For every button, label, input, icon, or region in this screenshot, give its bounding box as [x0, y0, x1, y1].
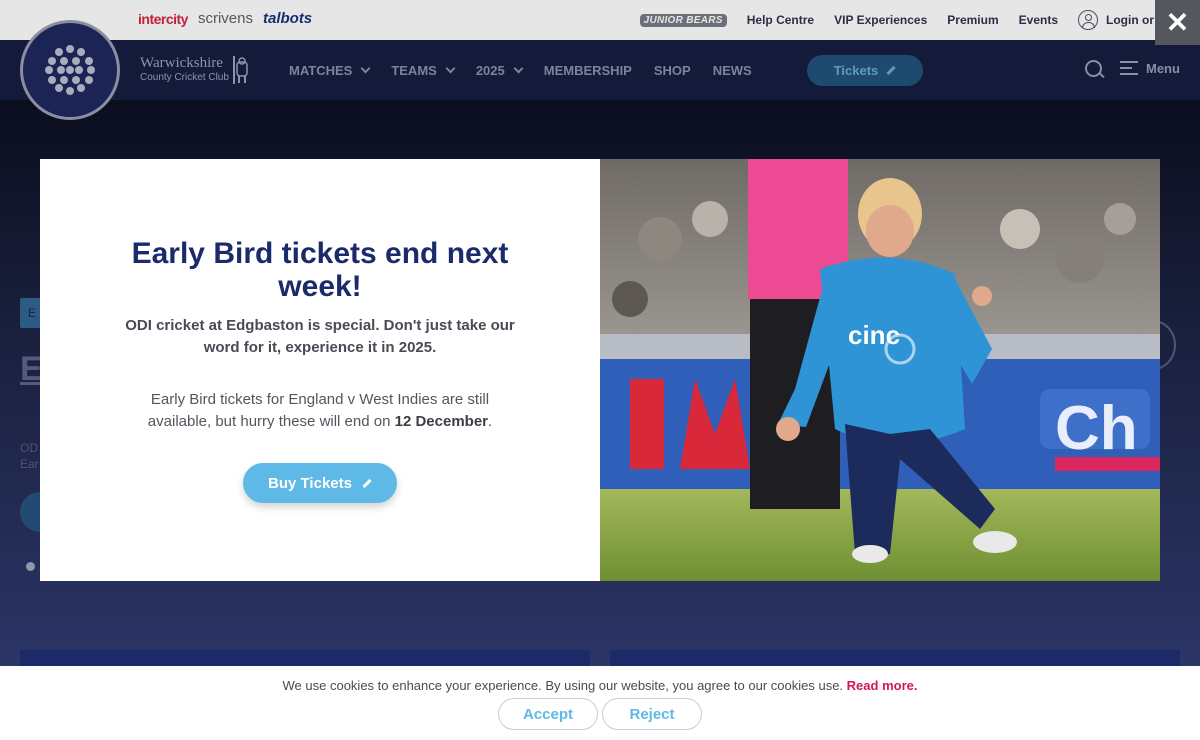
crest-dot — [57, 66, 65, 74]
help-centre-link[interactable]: Help Centre — [747, 13, 814, 27]
crest-dot — [77, 84, 85, 92]
utility-links: JUNIOR BEARS Help Centre VIP Experiences… — [639, 0, 1190, 40]
crest-dot — [72, 76, 80, 84]
vip-experiences-link[interactable]: VIP Experiences — [834, 13, 927, 27]
club-crest-logo[interactable] — [20, 20, 120, 120]
junior-bears-link[interactable]: JUNIOR BEARS — [639, 13, 727, 27]
crest-dot — [87, 66, 95, 74]
modal-lead-text: ODI cricket at Edgbaston is special. Don… — [125, 317, 515, 356]
sponsor-logos: intercity scrivens talbots — [138, 10, 312, 27]
bear-and-staff-icon — [233, 56, 248, 84]
cookie-banner: We use cookies to enhance your experienc… — [0, 666, 1200, 740]
nav-matches-label: MATCHES — [289, 62, 353, 78]
modal-body-date: 12 December — [394, 413, 489, 430]
modal-photo: Ch cinc — [600, 159, 1160, 581]
utility-bar: intercity scrivens talbots JUNIOR BEARS … — [0, 0, 1200, 40]
crest-dot — [55, 84, 63, 92]
promo-card-right[interactable] — [610, 650, 1180, 666]
modal-body-suffix: . — [488, 413, 493, 430]
crest-dot — [60, 57, 68, 65]
crest-dot — [75, 66, 83, 74]
chevron-down-icon — [513, 63, 524, 73]
menu-toggle-button[interactable]: Menu — [1120, 60, 1180, 76]
hero-subtitle: OD Ear — [20, 440, 42, 472]
crest-dot — [85, 57, 93, 65]
hero-subtitle-line2: Ear — [20, 457, 39, 471]
nav-membership[interactable]: MEMBERSHIP — [544, 63, 632, 78]
close-modal-button[interactable]: ✕ — [1155, 0, 1200, 45]
ticket-icon — [362, 478, 372, 488]
chevron-down-icon — [360, 63, 371, 73]
crest-dot — [66, 66, 74, 74]
crest-dot — [72, 57, 80, 65]
cricketer-photo-illustration: Ch cinc — [600, 159, 1160, 581]
club-name-line2: County Cricket Club — [140, 72, 229, 83]
nav-teams-label: TEAMS — [391, 62, 437, 78]
buy-tickets-button[interactable]: Buy Tickets — [243, 463, 397, 503]
nav-2025[interactable]: 2025 — [475, 62, 524, 78]
crest-dot — [85, 76, 93, 84]
cookie-accept-button[interactable]: Accept — [498, 698, 598, 730]
svg-text:Ch: Ch — [1055, 394, 1138, 463]
sponsor-talbots-logo[interactable]: talbots — [263, 10, 312, 27]
crest-dot — [45, 66, 53, 74]
cookie-text: We use cookies to enhance your experienc… — [282, 678, 844, 693]
modal-body-text: Early Bird tickets for England v West In… — [120, 389, 520, 433]
nav-shop[interactable]: SHOP — [654, 63, 691, 78]
promo-card-left[interactable] — [20, 650, 590, 666]
crest-dot — [48, 76, 56, 84]
premium-link[interactable]: Premium — [947, 13, 998, 27]
sponsor-scrivens-logo[interactable]: scrivens — [198, 10, 253, 27]
promo-modal: Early Bird tickets end next week! ODI cr… — [40, 159, 1160, 581]
buy-tickets-label: Buy Tickets — [268, 474, 352, 492]
crest-dot — [48, 57, 56, 65]
chevron-down-icon — [445, 63, 456, 73]
crest-dot — [77, 48, 85, 56]
user-icon — [1078, 10, 1098, 30]
hero-subtitle-line1: OD — [20, 441, 38, 455]
carousel-dot[interactable] — [26, 562, 35, 571]
crest-dot — [55, 48, 63, 56]
club-wordmark[interactable]: Warwickshire County Cricket Club — [140, 56, 229, 83]
tickets-label: Tickets — [833, 63, 879, 78]
hamburger-icon — [1120, 60, 1138, 76]
ticket-icon — [886, 65, 896, 76]
nav-matches[interactable]: MATCHES — [289, 62, 371, 78]
search-icon[interactable] — [1085, 60, 1105, 80]
club-name-line1: Warwickshire — [140, 55, 223, 71]
nav-teams[interactable]: TEAMS — [391, 62, 456, 78]
cookie-actions: Accept Reject — [0, 698, 1200, 730]
cookie-message: We use cookies to enhance your experienc… — [0, 678, 1200, 693]
tickets-button[interactable]: Tickets — [807, 55, 923, 86]
main-navigation: Warwickshire County Cricket Club MATCHES… — [0, 40, 1200, 100]
crest-dot — [66, 45, 74, 53]
modal-content: Early Bird tickets end next week! ODI cr… — [40, 159, 600, 581]
sponsor-intercity-logo[interactable]: intercity — [138, 11, 188, 27]
cookie-reject-button[interactable]: Reject — [602, 698, 702, 730]
primary-menu: MATCHES TEAMS 2025 MEMBERSHIP SHOP NEWS — [289, 40, 752, 100]
crest-dot — [60, 76, 68, 84]
nav-2025-label: 2025 — [475, 62, 505, 78]
crest-dot — [66, 87, 74, 95]
svg-text:cinc: cinc — [848, 320, 900, 350]
menu-label: Menu — [1146, 60, 1180, 76]
nav-news[interactable]: NEWS — [713, 63, 752, 78]
events-link[interactable]: Events — [1019, 13, 1058, 27]
modal-title: Early Bird tickets end next week! — [131, 237, 509, 303]
cookie-read-more-link[interactable]: Read more. — [847, 678, 918, 693]
crest-dot-pattern — [45, 45, 95, 95]
